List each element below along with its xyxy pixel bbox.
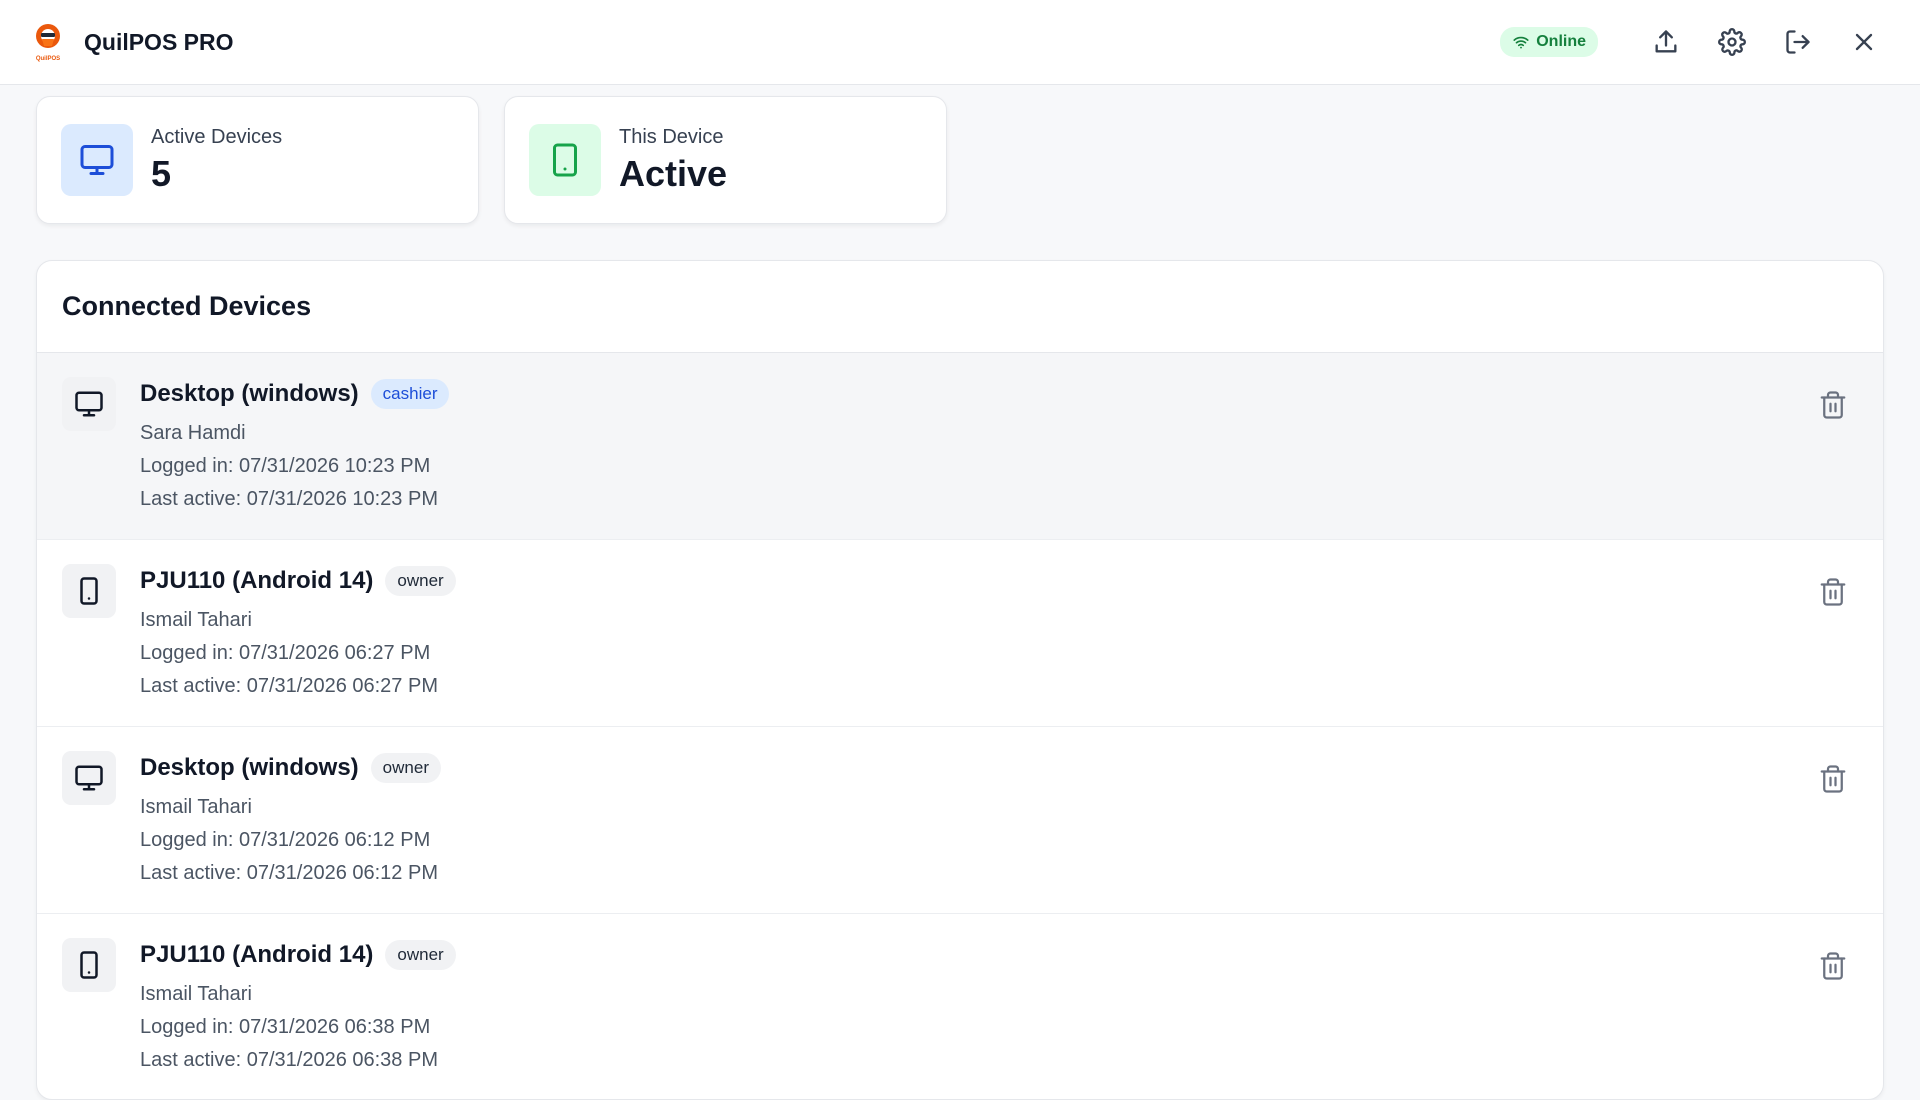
tablet-icon [529, 124, 601, 196]
app-logo: QuilPOS [32, 22, 64, 62]
active-devices-label: Active Devices [151, 125, 283, 148]
this-device-label: This Device [619, 125, 724, 148]
trash-icon [1820, 391, 1846, 419]
device-user: Ismail Tahari [140, 796, 252, 818]
device-logged-in: Logged in: 07/31/2026 10:23 PM [140, 455, 431, 477]
online-status-label: Online [1536, 33, 1586, 50]
device-user: Sara Hamdi [140, 422, 246, 444]
logout-icon [1786, 30, 1810, 54]
device-row: Desktop (windows) cashier Sara Hamdi Log… [37, 353, 1883, 540]
device-user: Ismail Tahari [140, 983, 252, 1005]
upload-button[interactable] [1644, 20, 1688, 64]
role-badge: owner [370, 753, 441, 783]
app-title: QuilPOS PRO [84, 28, 234, 55]
gear-icon [1718, 28, 1746, 56]
device-row: PJU110 (Android 14) owner Ismail Tahari … [37, 914, 1883, 1099]
connected-devices-panel: Connected Devices Desktop (windows) cash… [36, 260, 1884, 1100]
delete-device-button[interactable] [1813, 946, 1853, 986]
device-logged-in: Logged in: 07/31/2026 06:38 PM [140, 1016, 431, 1038]
upload-icon [1655, 30, 1677, 53]
device-logged-in: Logged in: 07/31/2026 06:27 PM [140, 642, 431, 664]
device-last-active: Last active: 07/31/2026 06:12 PM [140, 862, 438, 884]
panel-header: Connected Devices [37, 261, 1883, 353]
close-button[interactable] [1842, 20, 1886, 64]
panel-title: Connected Devices [62, 291, 312, 321]
online-status-badge: Online [1500, 27, 1598, 57]
device-last-active: Last active: 07/31/2026 10:23 PM [140, 488, 438, 510]
role-badge: owner [385, 940, 456, 970]
trash-icon [1820, 765, 1846, 793]
svg-text:QuilPOS: QuilPOS [36, 56, 60, 62]
wifi-icon [1513, 36, 1529, 49]
device-logged-in: Logged in: 07/31/2026 06:12 PM [140, 829, 431, 851]
role-badge: cashier [370, 379, 450, 409]
device-name: Desktop (windows) [140, 754, 359, 781]
role-badge: owner [385, 566, 456, 596]
device-user: Ismail Tahari [140, 609, 252, 631]
active-devices-count: 5 [151, 152, 172, 194]
brand: QuilPOS QuilPOS PRO [32, 22, 234, 62]
device-last-active: Last active: 07/31/2026 06:38 PM [140, 1049, 438, 1071]
smartphone-icon [62, 564, 116, 618]
top-bar: QuilPOS QuilPOS PRO Online [0, 0, 1920, 85]
delete-device-button[interactable] [1813, 385, 1853, 425]
device-name: PJU110 (Android 14) [140, 567, 374, 594]
trash-icon [1820, 578, 1846, 606]
stats-row: Active Devices 5 This Device Active [36, 96, 947, 224]
close-icon [1855, 33, 1873, 51]
device-row: PJU110 (Android 14) owner Ismail Tahari … [37, 540, 1883, 727]
monitor-icon [61, 124, 133, 196]
this-device-card: This Device Active [504, 96, 947, 224]
monitor-icon [62, 751, 116, 805]
delete-device-button[interactable] [1813, 759, 1853, 799]
header-actions: Online [1500, 20, 1886, 64]
trash-icon [1820, 952, 1846, 980]
settings-button[interactable] [1710, 20, 1754, 64]
device-row: Desktop (windows) owner Ismail Tahari Lo… [37, 727, 1883, 914]
delete-device-button[interactable] [1813, 572, 1853, 612]
active-devices-card: Active Devices 5 [36, 96, 479, 224]
smartphone-icon [62, 938, 116, 992]
device-last-active: Last active: 07/31/2026 06:27 PM [140, 675, 438, 697]
this-device-status: Active [619, 152, 728, 194]
device-name: PJU110 (Android 14) [140, 941, 374, 968]
logout-button[interactable] [1776, 20, 1820, 64]
monitor-icon [62, 377, 116, 431]
device-name: Desktop (windows) [140, 380, 359, 407]
